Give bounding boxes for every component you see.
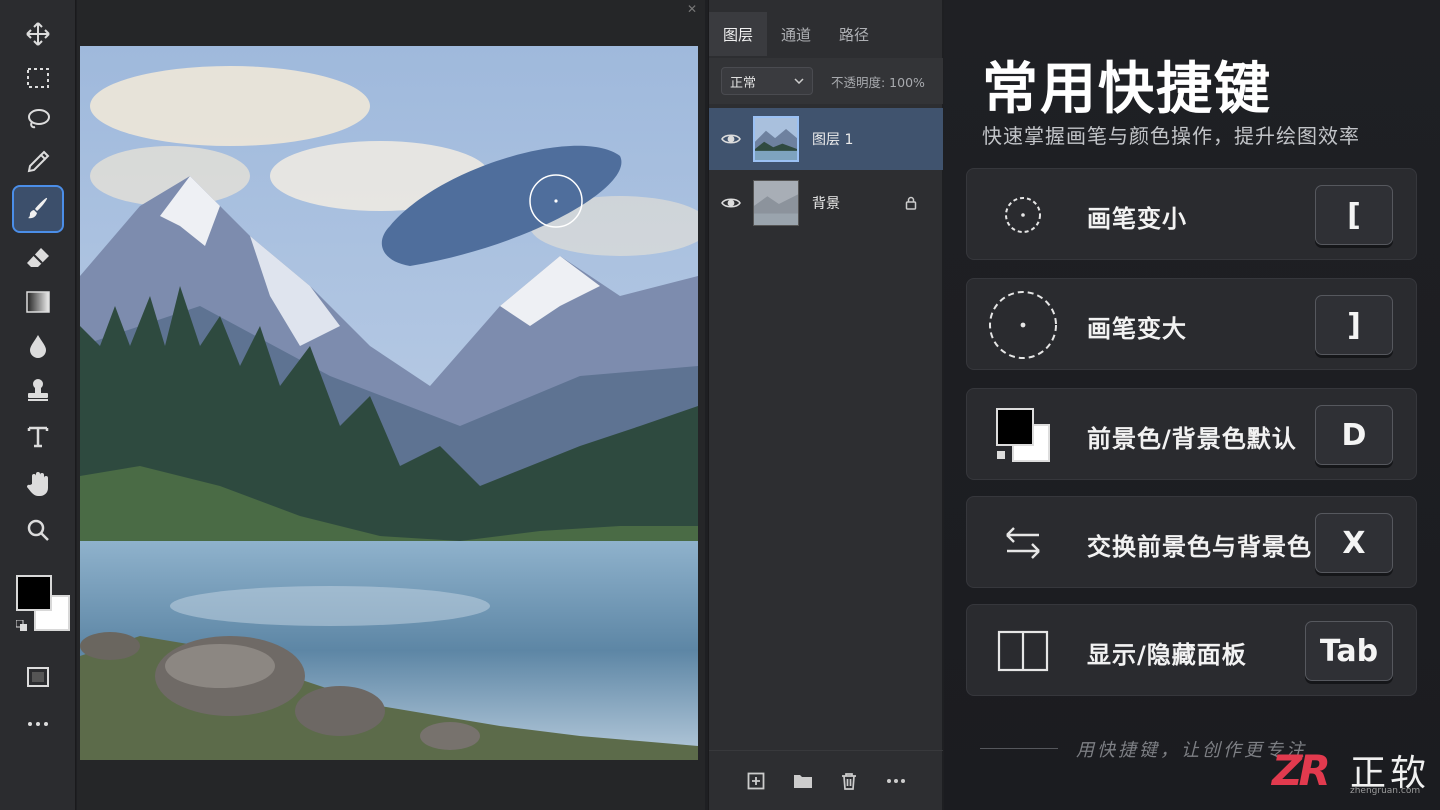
lasso-icon bbox=[28, 109, 50, 129]
tab-channels[interactable]: 通道 bbox=[767, 12, 825, 56]
eyedropper-tool[interactable] bbox=[14, 140, 62, 184]
add-layer-icon bbox=[747, 772, 765, 789]
layer-panel-tabs: 图层 通道 路径 bbox=[709, 12, 943, 56]
shortcuts-subtitle: 快速掌握画笔与颜色操作，提升绘图效率 bbox=[982, 124, 1360, 148]
lock-icon[interactable] bbox=[905, 196, 917, 210]
delete-layer-button[interactable] bbox=[838, 770, 860, 792]
tab-layers[interactable]: 图层 bbox=[709, 12, 768, 56]
panel-more-button[interactable] bbox=[885, 770, 907, 792]
shortcuts-title: 常用快捷键 bbox=[982, 57, 1272, 122]
shortcut-card-brush-smaller: 画笔变小 [ bbox=[966, 168, 1417, 260]
panels-icon bbox=[987, 617, 1059, 685]
foreground-color-swatch[interactable] bbox=[16, 575, 52, 611]
default-colors-icon bbox=[987, 401, 1059, 469]
gradient-icon bbox=[26, 291, 50, 313]
marquee-icon bbox=[27, 68, 49, 88]
hand-tool[interactable] bbox=[14, 462, 62, 506]
gradient-tool[interactable] bbox=[14, 280, 62, 324]
tool-bar bbox=[0, 0, 76, 810]
eyedropper-icon bbox=[27, 150, 50, 173]
zoom-tool[interactable] bbox=[14, 508, 62, 552]
new-layer-button[interactable] bbox=[745, 770, 767, 792]
zoom-icon bbox=[27, 519, 49, 541]
shortcut-card-brush-larger: 画笔变大 ] bbox=[966, 278, 1417, 370]
stamp-icon bbox=[28, 379, 48, 401]
brand-url: zhengruan.com bbox=[1350, 786, 1421, 796]
eraser-tool[interactable] bbox=[14, 236, 62, 280]
screen-mode-icon bbox=[27, 667, 49, 687]
shortcut-card-default-colors: 前景色/背景色默认 D bbox=[966, 388, 1417, 480]
shortcut-card-toggle-panels: 显示/隐藏面板 Tab bbox=[966, 604, 1417, 696]
blend-options-row: 正常 不透明度: 100% bbox=[709, 58, 943, 104]
layer-row-background[interactable]: 背景 bbox=[709, 172, 943, 234]
keycap: D bbox=[1315, 405, 1393, 465]
move-icon bbox=[26, 22, 50, 46]
layer-thumbnail bbox=[753, 180, 799, 226]
shortcut-label: 画笔变小 bbox=[1087, 205, 1187, 233]
shortcut-label: 前景色/背景色默认 bbox=[1087, 425, 1297, 453]
lasso-tool[interactable] bbox=[14, 98, 62, 142]
blur-drop-icon bbox=[30, 335, 46, 358]
layer-name: 背景 bbox=[812, 196, 840, 212]
brush-tool[interactable] bbox=[12, 185, 64, 233]
brush-icon bbox=[28, 197, 48, 219]
layer-name: 图层 1 bbox=[812, 132, 854, 148]
layer-thumbnail bbox=[753, 116, 799, 162]
shortcut-label: 画笔变大 bbox=[1087, 315, 1187, 343]
footer-divider bbox=[980, 748, 1058, 749]
swap-colors-icon bbox=[987, 509, 1059, 577]
keycap: X bbox=[1315, 513, 1393, 573]
more-icon bbox=[886, 778, 905, 783]
layers-panel: 图层 通道 路径 正常 不透明度: 100% 图层 1 背景 bbox=[708, 0, 943, 810]
shortcut-card-swap-colors: 交换前景色与背景色 X bbox=[966, 496, 1417, 588]
brush-smaller-icon bbox=[987, 181, 1059, 249]
blend-mode-value: 正常 bbox=[730, 75, 757, 91]
marquee-tool[interactable] bbox=[14, 56, 62, 100]
trash-icon bbox=[842, 772, 857, 790]
keycap: ] bbox=[1315, 295, 1393, 355]
layer-row-layer-1[interactable]: 图层 1 bbox=[709, 108, 943, 170]
keycap: [ bbox=[1315, 185, 1393, 245]
eraser-icon bbox=[27, 248, 49, 267]
stamp-tool[interactable] bbox=[14, 368, 62, 412]
more-tools-button[interactable] bbox=[14, 702, 62, 746]
landscape-painting[interactable] bbox=[80, 46, 698, 760]
blend-mode-select[interactable]: 正常 bbox=[721, 67, 813, 95]
close-icon[interactable]: ✕ bbox=[687, 2, 697, 16]
text-tool[interactable] bbox=[14, 414, 62, 458]
text-icon bbox=[27, 426, 49, 448]
screen-mode-button[interactable] bbox=[14, 655, 62, 699]
chevron-down-icon bbox=[794, 78, 804, 84]
shortcut-label: 交换前景色与背景色 bbox=[1087, 533, 1312, 561]
eye-icon[interactable] bbox=[721, 132, 741, 146]
document-canvas-area: ✕ bbox=[77, 0, 705, 810]
shortcuts-panel: 常用快捷键 快速掌握画笔与颜色操作，提升绘图效率 画笔变小 [ 画笔变大 ] 前… bbox=[944, 0, 1440, 810]
opacity-field[interactable]: 不透明度: 100% bbox=[831, 72, 925, 91]
tab-paths[interactable]: 路径 bbox=[825, 12, 883, 56]
new-group-button[interactable] bbox=[792, 770, 814, 792]
brand-logo: ZR bbox=[1272, 746, 1331, 795]
hand-icon bbox=[26, 472, 48, 496]
default-colors-mini-icon[interactable] bbox=[16, 620, 28, 632]
folder-icon bbox=[793, 774, 812, 788]
brand-watermark: ZR 正软 zhengruan.com bbox=[1272, 742, 1432, 802]
layer-panel-footer bbox=[709, 750, 943, 810]
shortcut-label: 显示/隐藏面板 bbox=[1087, 641, 1247, 669]
more-icon bbox=[28, 722, 48, 726]
keycap: Tab bbox=[1305, 621, 1393, 681]
eye-icon[interactable] bbox=[721, 196, 741, 210]
brush-larger-icon bbox=[987, 291, 1059, 359]
blur-tool[interactable] bbox=[14, 324, 62, 368]
move-tool[interactable] bbox=[14, 12, 62, 56]
